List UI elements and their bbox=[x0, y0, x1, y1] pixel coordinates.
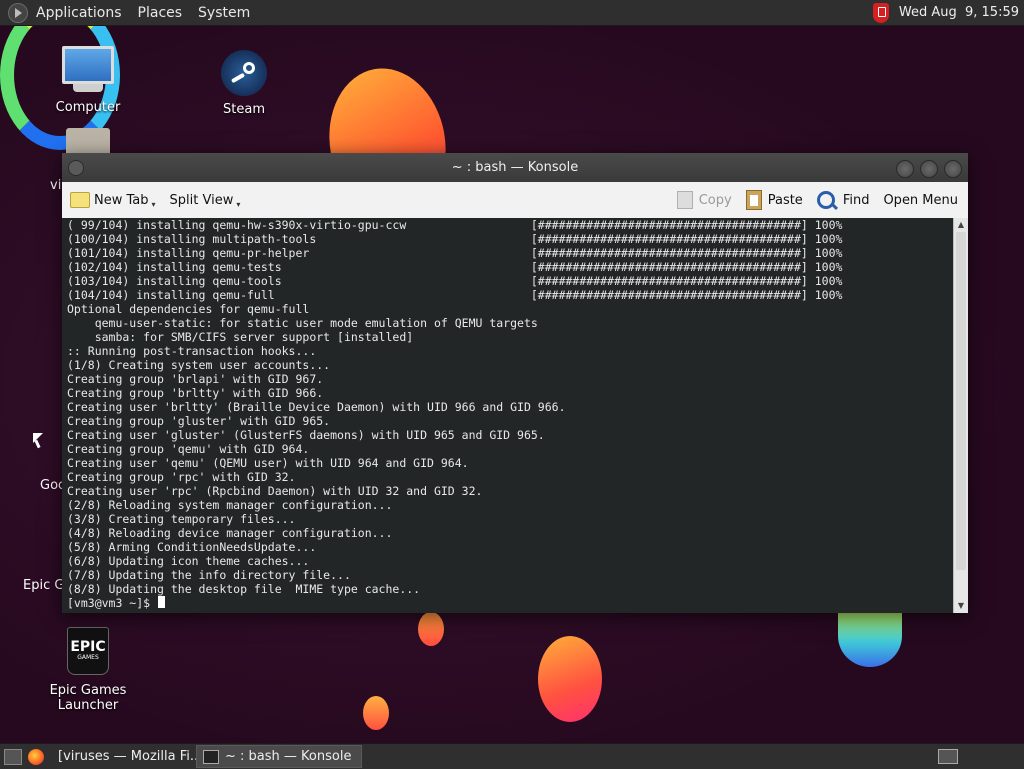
taskbar-item-konsole[interactable]: ~ : bash — Konsole bbox=[196, 745, 362, 768]
search-icon bbox=[816, 191, 835, 209]
terminal-line: Creating user 'brltty' (Braille Device D… bbox=[67, 400, 566, 414]
taskbar-item-label: [viruses — Mozilla Fi... bbox=[58, 749, 196, 764]
scroll-up-icon[interactable]: ▲ bbox=[954, 218, 968, 232]
bottom-panel: [viruses — Mozilla Fi... ~ : bash — Kons… bbox=[0, 743, 1024, 769]
paste-icon bbox=[745, 190, 762, 210]
wallpaper-shape bbox=[418, 612, 444, 646]
terminal-line: (104/104) installing qemu-full [########… bbox=[67, 288, 843, 302]
window-menu-icon[interactable] bbox=[68, 160, 84, 176]
terminal-line: (6/8) Updating icon theme caches... bbox=[67, 554, 310, 568]
copy-icon bbox=[676, 191, 693, 209]
konsole-window: ~ : bash — Konsole New Tab ▾ Split View … bbox=[62, 153, 968, 613]
terminal-line: (8/8) Updating the desktop file MIME typ… bbox=[67, 582, 421, 596]
system-tray: Wed Aug 9, 15:59 bbox=[872, 2, 1024, 23]
firefox-icon[interactable] bbox=[28, 748, 44, 765]
desktop-icon-label: Steam bbox=[223, 102, 265, 117]
epic-games-icon: EPIC GAMES bbox=[67, 627, 109, 675]
distro-logo-icon[interactable] bbox=[8, 2, 28, 23]
text-cursor bbox=[158, 596, 166, 608]
terminal-line: (5/8) Arming ConditionNeedsUpdate... bbox=[67, 540, 317, 554]
taskbar-item-firefox[interactable]: [viruses — Mozilla Fi... bbox=[52, 745, 196, 768]
menu-system[interactable]: System bbox=[198, 5, 250, 21]
paste-button[interactable]: Paste bbox=[745, 190, 803, 210]
desktop-icon-steam[interactable]: Steam bbox=[208, 50, 280, 117]
terminal-line: (101/104) installing qemu-pr-helper [###… bbox=[67, 246, 843, 260]
terminal-line: Creating user 'gluster' (GlusterFS daemo… bbox=[67, 428, 545, 442]
wallpaper-shape bbox=[838, 605, 902, 667]
konsole-toolbar: New Tab ▾ Split View ▾ Copy Paste Find O… bbox=[62, 182, 968, 219]
terminal-line: ( 99/104) installing qemu-hw-s390x-virti… bbox=[67, 218, 843, 232]
split-view-button[interactable]: Split View ▾ bbox=[170, 192, 241, 209]
terminal-line: (102/104) installing qemu-tests [#######… bbox=[67, 260, 843, 274]
wallpaper-shape bbox=[538, 636, 602, 722]
folder-icon bbox=[66, 128, 110, 156]
new-tab-label: New Tab bbox=[94, 192, 149, 208]
new-tab-button[interactable]: New Tab ▾ bbox=[70, 192, 156, 209]
terminal-line: Creating group 'rpc' with GID 32. bbox=[67, 470, 296, 484]
menu-applications[interactable]: Applications bbox=[36, 5, 122, 21]
new-tab-icon bbox=[70, 192, 90, 208]
shield-icon[interactable] bbox=[872, 2, 889, 23]
shell-prompt: [vm3@vm3 ~]$ bbox=[67, 596, 158, 610]
terminal-line: Creating group 'gluster' with GID 965. bbox=[67, 414, 331, 428]
desktop-icon-computer[interactable]: Computer bbox=[50, 46, 126, 115]
window-controls bbox=[896, 160, 962, 178]
split-view-label: Split View bbox=[169, 192, 234, 208]
terminal-line: (7/8) Updating the info directory file..… bbox=[67, 568, 351, 582]
terminal-line: Optional dependencies for qemu-full bbox=[67, 302, 310, 316]
copy-label: Copy bbox=[698, 192, 732, 208]
epic-logo-text: EPIC bbox=[70, 639, 106, 655]
dropdown-icon: ▾ bbox=[151, 199, 156, 209]
terminal-line: Creating user 'rpc' (Rpcbind Daemon) wit… bbox=[67, 484, 483, 498]
terminal-line: Creating group 'brltty' with GID 966. bbox=[67, 386, 324, 400]
find-label: Find bbox=[842, 192, 870, 208]
desktop-icon-label-partial: vi bbox=[50, 178, 62, 193]
mouse-pointer-icon bbox=[33, 433, 43, 443]
scroll-down-icon[interactable]: ▼ bbox=[954, 599, 968, 613]
terminal-scrollbar[interactable]: ▲ ▼ bbox=[953, 218, 968, 613]
terminal-prompt-line[interactable]: [vm3@vm3 ~]$ bbox=[67, 596, 954, 610]
open-menu-button[interactable]: Open Menu bbox=[883, 193, 958, 208]
window-title: ~ : bash — Konsole bbox=[451, 160, 579, 175]
minimize-button[interactable] bbox=[896, 160, 914, 178]
desktop-icon-label: Computer bbox=[55, 100, 121, 115]
terminal-line: Creating group 'brlapi' with GID 967. bbox=[67, 372, 324, 386]
taskbar-item-label: ~ : bash — Konsole bbox=[225, 749, 352, 764]
find-button[interactable]: Find bbox=[816, 191, 870, 209]
desktop-icon-epic-games[interactable]: EPIC GAMES Epic Games Launcher bbox=[18, 627, 158, 713]
close-button[interactable] bbox=[944, 160, 962, 178]
terminal-line: samba: for SMB/CIFS server support [inst… bbox=[67, 330, 414, 344]
terminal-line: (1/8) Creating system user accounts... bbox=[67, 358, 331, 372]
terminal-line: (103/104) installing qemu-tools [#######… bbox=[67, 274, 843, 288]
clock[interactable]: Wed Aug 9, 15:59 bbox=[899, 5, 1019, 20]
wallpaper-shape bbox=[363, 696, 389, 730]
terminal-line: (3/8) Creating temporary files... bbox=[67, 512, 296, 526]
terminal-line: qemu-user-static: for static user mode e… bbox=[67, 316, 538, 330]
terminal-line: (4/8) Reloading device manager configura… bbox=[67, 526, 393, 540]
open-menu-label: Open Menu bbox=[883, 192, 958, 208]
top-panel: Applications Places System Wed Aug 9, 15… bbox=[0, 0, 1024, 26]
paste-label: Paste bbox=[767, 192, 803, 208]
steam-icon bbox=[221, 50, 267, 96]
terminal-line: :: Running post-transaction hooks... bbox=[67, 344, 317, 358]
terminal-line: (100/104) installing multipath-tools [##… bbox=[67, 232, 843, 246]
computer-icon bbox=[62, 46, 114, 84]
terminal-line: Creating group 'qemu' with GID 964. bbox=[67, 442, 310, 456]
epic-logo-subtext: GAMES bbox=[77, 654, 99, 661]
dropdown-icon: ▾ bbox=[236, 199, 241, 209]
copy-button[interactable]: Copy bbox=[676, 191, 732, 209]
workspace-switcher[interactable] bbox=[938, 749, 958, 764]
window-titlebar[interactable]: ~ : bash — Konsole bbox=[62, 153, 968, 182]
terminal-line: (2/8) Reloading system manager configura… bbox=[67, 498, 393, 512]
menu-places[interactable]: Places bbox=[138, 5, 183, 21]
maximize-button[interactable] bbox=[920, 160, 938, 178]
terminal-output[interactable]: ( 99/104) installing qemu-hw-s390x-virti… bbox=[62, 218, 954, 613]
scrollbar-thumb[interactable] bbox=[956, 232, 966, 570]
terminal-icon bbox=[203, 749, 219, 764]
terminal-line: Creating user 'qemu' (QEMU user) with UI… bbox=[67, 456, 469, 470]
computer-icon-stand bbox=[73, 84, 103, 92]
desktop-icon-label: Epic Games Launcher bbox=[49, 683, 127, 713]
show-desktop-icon[interactable] bbox=[4, 748, 22, 765]
desktop-icon-label-partial: Epic G bbox=[23, 578, 65, 593]
